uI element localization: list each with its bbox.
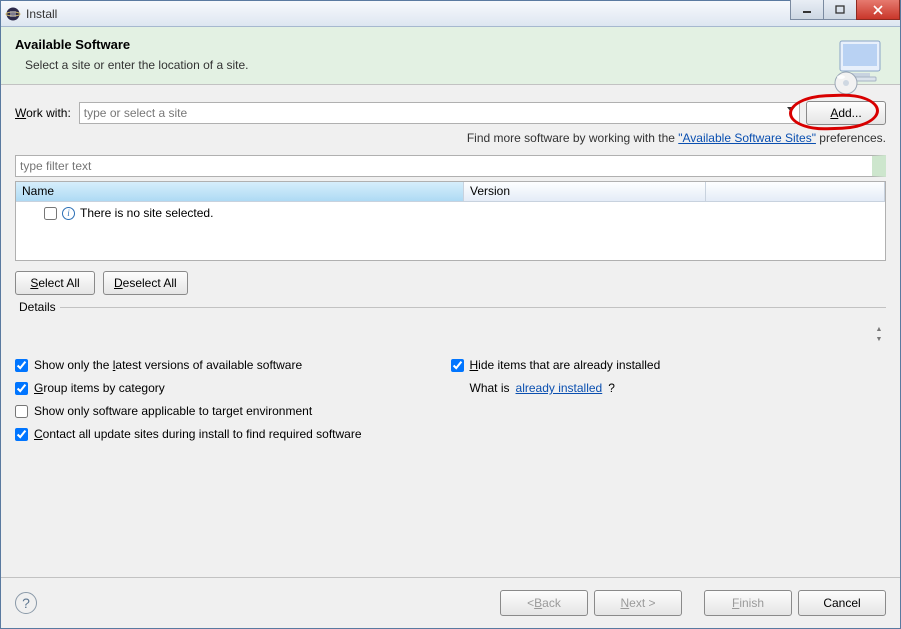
work-with-row: Work with: type or select a site Add... [15, 101, 886, 125]
details-spinner: ▲ ▼ [872, 324, 886, 344]
opt-hide[interactable]: Hide items that are already installed [451, 358, 887, 372]
col-name[interactable]: Name [16, 182, 464, 202]
finish-button[interactable]: Finish [704, 590, 792, 616]
details-body: ▲ ▼ [15, 324, 886, 344]
minimize-button[interactable] [790, 0, 824, 20]
wizard-banner: Available Software Select a site or ente… [1, 27, 900, 85]
options-area: Show only the latest versions of availab… [15, 344, 886, 447]
row-checkbox[interactable] [44, 207, 57, 220]
software-table: Name Version i There is no site selected… [15, 181, 886, 261]
eclipse-icon [5, 6, 21, 22]
opt-contact[interactable]: Contact all update sites during install … [15, 427, 451, 441]
opt-hide-checkbox[interactable] [451, 359, 464, 372]
selection-buttons: Select All Deselect All [15, 261, 886, 307]
opt-applicable-checkbox[interactable] [15, 405, 28, 418]
opt-group[interactable]: Group items by category [15, 381, 451, 395]
available-sites-link[interactable]: "Available Software Sites" [678, 131, 816, 145]
opt-applicable[interactable]: Show only software applicable to target … [15, 404, 451, 418]
titlebar[interactable]: Install [1, 1, 900, 27]
deselect-all-button[interactable]: Deselect All [103, 271, 188, 295]
work-with-placeholder: type or select a site [84, 106, 187, 120]
add-button[interactable]: Add... [806, 101, 886, 125]
bottom-bar: ? < Back Next > Finish Cancel [1, 577, 900, 628]
install-wizard-icon [826, 33, 890, 97]
details-group: Details ▲ ▼ [15, 307, 886, 344]
opt-group-checkbox[interactable] [15, 382, 28, 395]
banner-sub: Select a site or enter the location of a… [25, 58, 248, 72]
info-icon: i [62, 207, 75, 220]
select-all-button[interactable]: Select All [15, 271, 95, 295]
col-version[interactable]: Version [464, 182, 706, 202]
work-with-label: Work with: [15, 106, 71, 120]
cancel-button[interactable]: Cancel [798, 590, 886, 616]
details-label: Details [15, 300, 60, 314]
opt-latest-checkbox[interactable] [15, 359, 28, 372]
opt-contact-checkbox[interactable] [15, 428, 28, 441]
col-spacer [706, 182, 885, 202]
window-buttons [791, 0, 900, 20]
table-row: i There is no site selected. [16, 202, 885, 224]
hint-row: Find more software by working with the "… [15, 125, 886, 155]
maximize-button[interactable] [823, 0, 857, 20]
empty-message: There is no site selected. [80, 206, 213, 220]
work-with-combo[interactable]: type or select a site [79, 102, 800, 124]
spin-down[interactable]: ▼ [872, 334, 886, 344]
banner-heading: Available Software [15, 37, 248, 52]
content-area: Work with: type or select a site Add... … [1, 85, 900, 577]
already-installed-link[interactable]: already installed [516, 381, 603, 395]
opt-latest[interactable]: Show only the latest versions of availab… [15, 358, 451, 372]
whatis-row: What is already installed? [451, 381, 887, 395]
next-button[interactable]: Next > [594, 590, 682, 616]
back-button[interactable]: < Back [500, 590, 588, 616]
spin-up[interactable]: ▲ [872, 324, 886, 334]
filter-input[interactable] [15, 155, 886, 177]
close-button[interactable] [856, 0, 900, 20]
chevron-down-icon[interactable] [787, 107, 795, 112]
table-header: Name Version [16, 182, 885, 202]
window-title: Install [26, 7, 57, 21]
help-icon[interactable]: ? [15, 592, 37, 614]
install-dialog: Install Available Software Select a site… [0, 0, 901, 629]
